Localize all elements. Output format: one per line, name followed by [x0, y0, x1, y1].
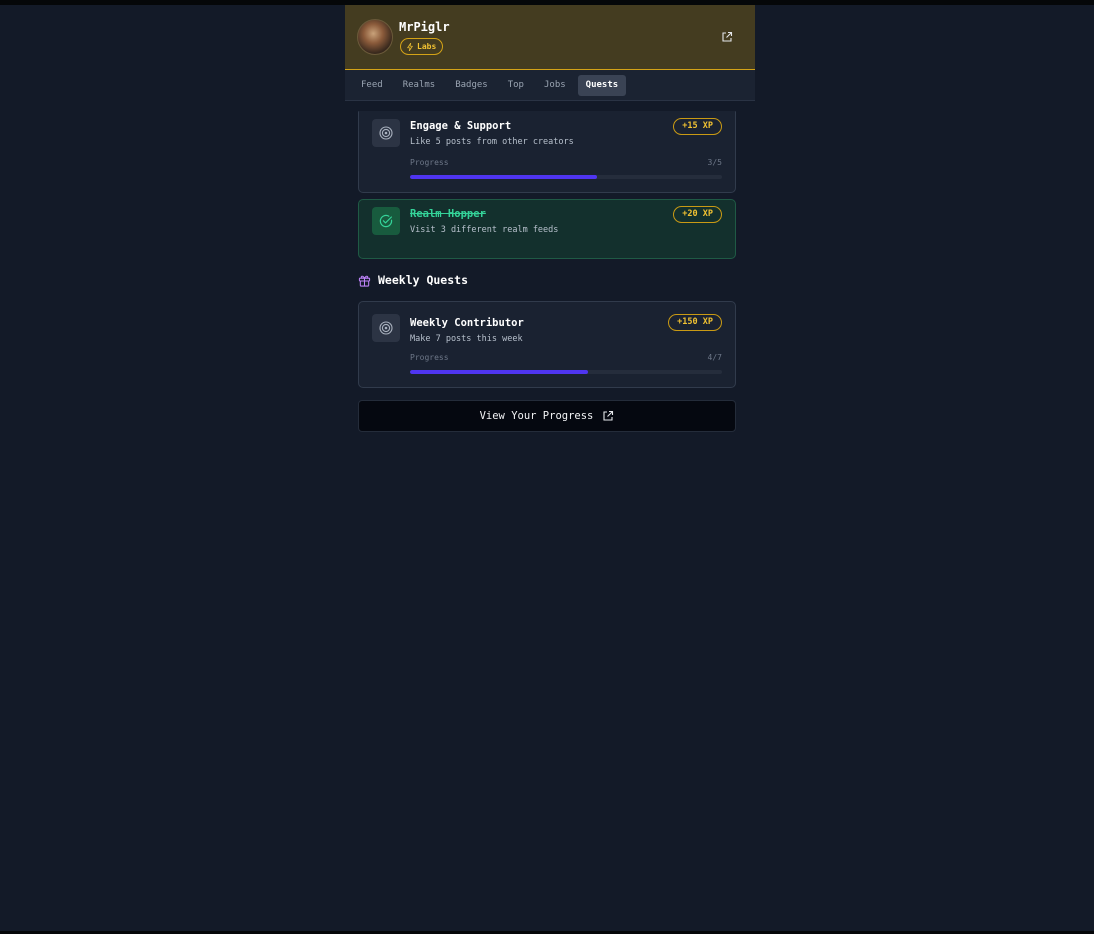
- username[interactable]: MrPiglr: [399, 20, 450, 34]
- gift-icon: [358, 275, 371, 287]
- quest-description: Visit 3 different realm feeds: [410, 225, 559, 235]
- tab-top[interactable]: Top: [500, 75, 532, 96]
- avatar[interactable]: [357, 19, 393, 55]
- weekly-quests-title: Weekly Quests: [378, 273, 469, 287]
- labs-badge[interactable]: Labs: [400, 38, 444, 55]
- external-link-icon: [603, 410, 614, 421]
- progress-fill: [410, 370, 589, 374]
- lightning-icon: [407, 42, 413, 51]
- quest-title: Weekly Contributor: [410, 317, 524, 329]
- progress-label: Progress: [410, 353, 449, 362]
- view-progress-button[interactable]: View Your Progress: [358, 400, 736, 432]
- progress-label: Progress: [410, 158, 449, 167]
- profile-header: MrPiglr Labs: [345, 5, 755, 70]
- xp-badge: +15 XP: [673, 118, 722, 135]
- quest-card-engage-support[interactable]: Engage & Support Like 5 posts from other…: [358, 111, 736, 193]
- progress-fill: [410, 175, 598, 179]
- progress-bar: [410, 175, 722, 179]
- quests-panel: MrPiglr Labs Feed Realms Badges Top Jobs…: [345, 5, 755, 930]
- xp-badge: +150 XP: [668, 314, 722, 331]
- progress-bar: [410, 370, 722, 374]
- tab-quests[interactable]: Quests: [577, 74, 627, 96]
- tab-jobs[interactable]: Jobs: [536, 75, 574, 96]
- labs-badge-label: Labs: [417, 42, 437, 51]
- quest-icon-box: [372, 119, 400, 147]
- quest-card-weekly-contributor[interactable]: Weekly Contributor Make 7 posts this wee…: [358, 301, 736, 388]
- progress-count: 3/5: [707, 158, 722, 167]
- tab-badges[interactable]: Badges: [447, 75, 496, 96]
- nav-tabs: Feed Realms Badges Top Jobs Quests: [345, 70, 755, 101]
- progress-count: 4/7: [707, 353, 722, 362]
- quest-title: Engage & Support: [410, 120, 512, 132]
- check-circle-icon: [379, 214, 393, 228]
- tab-feed[interactable]: Feed: [353, 75, 391, 96]
- quest-description: Like 5 posts from other creators: [410, 137, 574, 147]
- quest-icon-box: [372, 314, 400, 342]
- quest-card-realm-hopper[interactable]: Realm Hopper Visit 3 different realm fee…: [358, 199, 736, 259]
- target-icon: [379, 126, 393, 140]
- view-progress-label: View Your Progress: [479, 410, 594, 422]
- tab-realms[interactable]: Realms: [395, 75, 444, 96]
- quest-title: Realm Hopper: [410, 208, 486, 220]
- weekly-quests-heading: Weekly Quests: [358, 273, 468, 287]
- quest-description: Make 7 posts this week: [410, 334, 523, 344]
- target-icon: [379, 321, 393, 335]
- xp-badge: +20 XP: [673, 206, 722, 223]
- quest-icon-box: [372, 207, 400, 235]
- external-link-icon[interactable]: [721, 31, 733, 43]
